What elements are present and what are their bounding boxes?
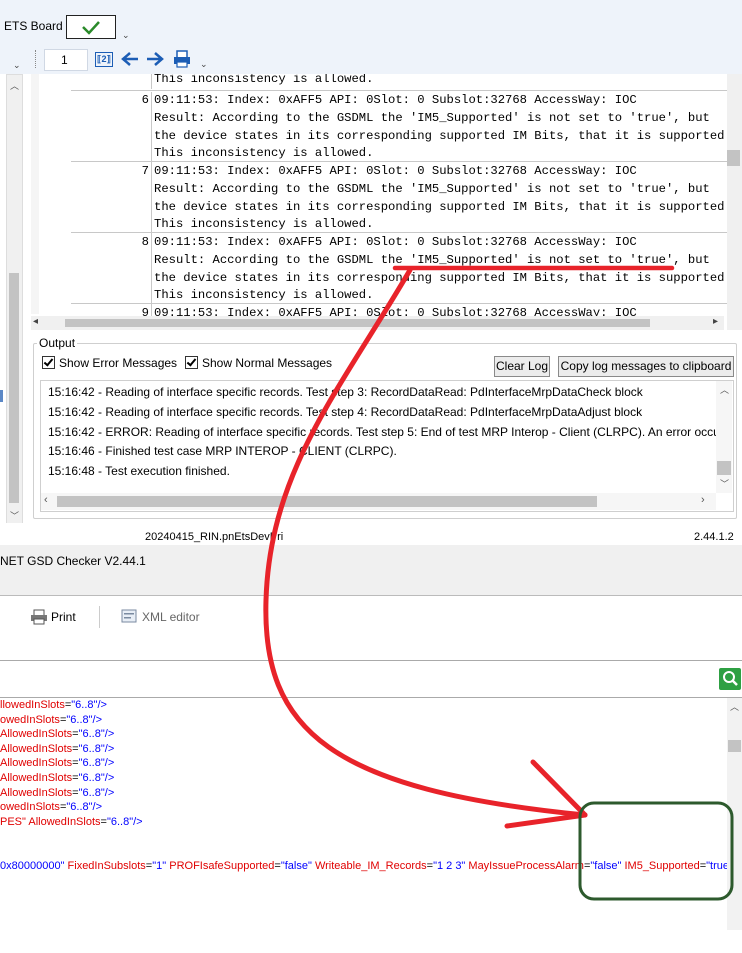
xml-line: AllowedInSlots="6..8"/>: [0, 786, 115, 799]
xml-line: owedInSlots="6..8"/>: [0, 801, 103, 814]
scroll-up-icon[interactable]: ︿: [720, 383, 729, 396]
scroll-thumb[interactable]: [728, 740, 741, 752]
gsd-toolbar: Print XML editor: [0, 600, 742, 634]
scroll-right-icon[interactable]: ›: [701, 494, 705, 506]
show-error-checkbox[interactable]: Show Error Messages: [42, 356, 177, 370]
xml-line: llowedInSlots="6..8"/>: [0, 699, 107, 711]
log-row-6[interactable]: 6 09:11:53: Index: 0xAFF5 API: 0Slot: 0 …: [71, 90, 742, 163]
forward-arrow-icon[interactable]: [145, 50, 165, 68]
toolbar-separator: [99, 606, 100, 628]
window-title: NET GSD Checker V2.44.1: [0, 554, 146, 568]
log-vertical-scrollbar[interactable]: [727, 74, 742, 330]
output-vertical-scrollbar[interactable]: ︿ ﹀: [716, 381, 732, 493]
list-item: 15:16:48 - Test execution finished.: [48, 464, 230, 479]
goto-page-icon[interactable]: ⟦2⟧: [95, 52, 113, 67]
status-file-name: 20240415_RIN.pnEtsDevPri: [145, 531, 284, 543]
output-group-label: Output: [37, 336, 78, 350]
xml-editor-icon: [121, 609, 137, 623]
toolbar-separator: [35, 50, 37, 68]
gsd-menu-area: [0, 577, 742, 596]
clear-log-button[interactable]: Clear Log: [494, 356, 550, 377]
page-number-input[interactable]: 1: [44, 49, 88, 71]
scroll-up-icon[interactable]: ︿: [730, 700, 739, 713]
search-button[interactable]: [719, 668, 741, 690]
show-normal-checkbox[interactable]: Show Normal Messages: [185, 356, 332, 370]
xml-line: owedInSlots="6..8"/>: [0, 713, 103, 726]
print-button[interactable]: Print: [51, 610, 76, 624]
scroll-up-icon[interactable]: ︿: [10, 79, 19, 92]
status-version: 2.44.1.2: [694, 531, 734, 543]
scroll-down-icon[interactable]: ﹀: [720, 477, 729, 490]
checkmark-icon: [82, 21, 100, 35]
scroll-right-icon[interactable]: ▸: [713, 316, 718, 327]
dropdown-chevron-icon[interactable]: ⌄: [13, 60, 21, 71]
list-item: 15:16:42 - Reading of interface specific…: [48, 404, 643, 419]
overflow-chevron-icon[interactable]: ⌄: [122, 30, 130, 41]
list-item: 15:16:42 - ERROR: Reading of interface s…: [48, 424, 718, 439]
scroll-thumb[interactable]: [727, 150, 740, 166]
xml-line: AllowedInSlots="6..8"/>: [0, 772, 115, 784]
toolbar-overflow-icon[interactable]: ⌄: [200, 59, 208, 70]
log-row-8[interactable]: 8 09:11:53: Index: 0xAFF5 API: 0Slot: 0 …: [71, 232, 742, 305]
checkbox-checked-icon: [185, 356, 198, 369]
panel-edge-marker: [0, 390, 3, 402]
gsd-title-bar: NET GSD Checker V2.44.1: [0, 545, 742, 577]
scroll-thumb[interactable]: [9, 273, 19, 503]
top-toolbar: ETS Board ⌄: [0, 0, 742, 46]
log-horizontal-scrollbar[interactable]: ◂ ▸: [31, 316, 724, 330]
ets-board-label: ETS Board: [4, 19, 63, 33]
back-arrow-icon[interactable]: [120, 50, 140, 68]
xml-line: AllowedInSlots="6..8"/>: [0, 757, 115, 770]
log-row-7[interactable]: 7 09:11:53: Index: 0xAFF5 API: 0Slot: 0 …: [71, 161, 742, 234]
checkbox-checked-icon: [42, 356, 55, 369]
xml-line: PES" AllowedInSlots="6..8"/>: [0, 815, 143, 828]
scroll-thumb[interactable]: [57, 496, 597, 507]
output-message-list[interactable]: 15:16:42 - Reading of interface specific…: [40, 380, 734, 512]
search-bar: [0, 661, 742, 697]
ok-status-button[interactable]: [66, 15, 116, 39]
list-item: 15:16:42 - Reading of interface specific…: [48, 385, 643, 399]
scroll-down-icon[interactable]: ﹀: [10, 509, 19, 522]
log-row-partial: This inconsistency is allowed.: [71, 74, 742, 89]
scroll-left-icon[interactable]: ‹: [44, 494, 48, 506]
search-icon: [723, 671, 738, 686]
xml-vertical-scrollbar[interactable]: ︿: [727, 698, 742, 930]
xml-editor-button[interactable]: XML editor: [142, 610, 200, 624]
scroll-left-icon[interactable]: ◂: [33, 316, 38, 327]
scroll-thumb[interactable]: [717, 461, 731, 475]
status-bar: 20240415_RIN.pnEtsDevPri 2.44.1.2: [0, 523, 742, 545]
xml-line: AllowedInSlots="6..8"/>: [0, 742, 115, 755]
scroll-thumb[interactable]: [65, 319, 650, 327]
xml-line: AllowedInSlots="6..8"/>: [0, 728, 115, 741]
xml-editor-area[interactable]: llowedInSlots="6..8"/> owedInSlots="6..8…: [0, 698, 742, 953]
printer-icon: [31, 609, 47, 625]
log-view: This inconsistency is allowed. 6 09:11:5…: [31, 74, 742, 330]
left-panel-scrollbar[interactable]: ︿ ﹀: [6, 74, 23, 525]
print-preview-icon[interactable]: [171, 49, 193, 69]
log-gutter: [31, 74, 39, 314]
xml-line-module-item: 0x80000000" FixedInSubslots="1" PROFIsaf…: [0, 860, 739, 872]
navigation-toolbar: ⌄ 1 ⟦2⟧ ⌄: [0, 46, 742, 74]
output-horizontal-scrollbar[interactable]: ‹ ›: [41, 493, 716, 510]
list-item: 15:16:46 - Finished test case MRP INTERO…: [48, 444, 397, 459]
copy-to-clipboard-button[interactable]: Copy log messages to clipboard: [558, 356, 734, 377]
